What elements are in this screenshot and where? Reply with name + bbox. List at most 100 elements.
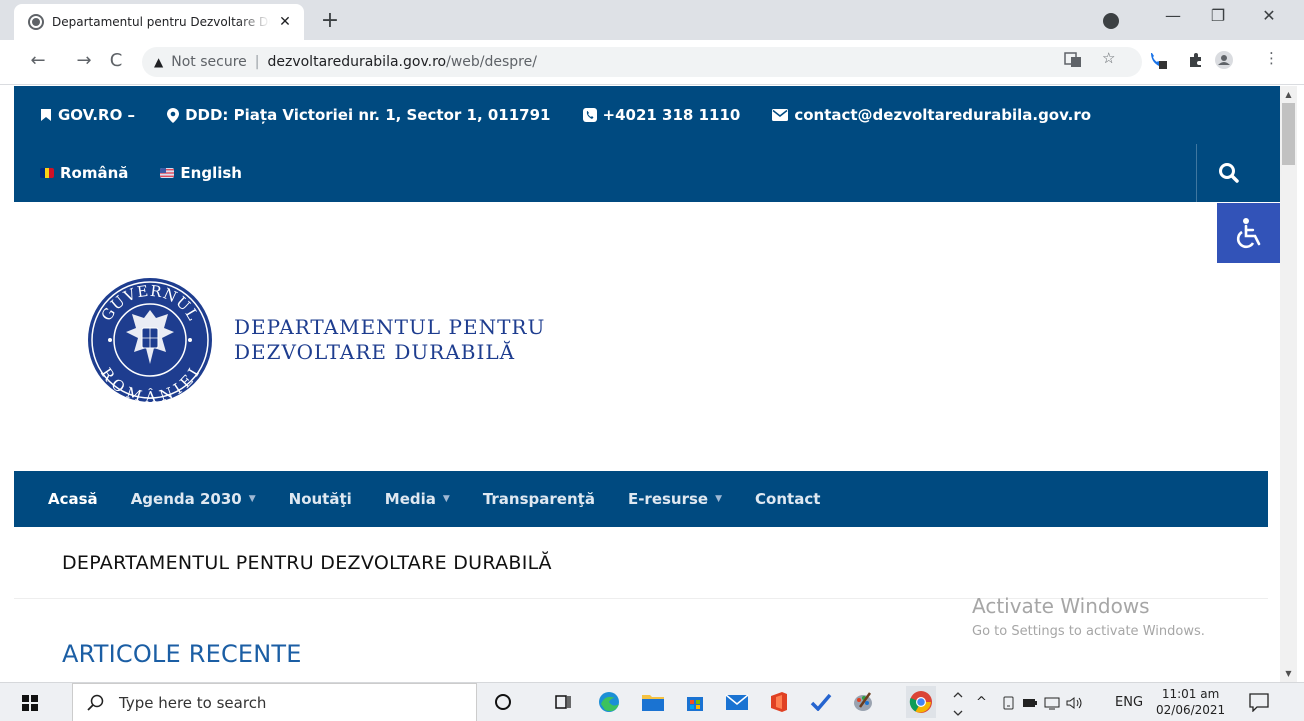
tab-search-icon[interactable] — [1103, 13, 1119, 29]
windows-logo-icon — [22, 694, 38, 711]
edge-browser-icon[interactable] — [596, 689, 622, 715]
web-page: GOV.RO – DDD: Piața Victoriei nr. 1, Sec… — [14, 86, 1280, 682]
translate-icon[interactable] — [1063, 50, 1083, 70]
search-divider — [1196, 144, 1197, 202]
nav-eresources-label: E-resurse — [627, 490, 709, 508]
logo-line-2: DEZVOLTARE DURABILĂ — [234, 340, 516, 364]
nav-media-label: Media — [384, 490, 436, 508]
gov-link[interactable]: GOV.RO – — [40, 106, 135, 124]
taskbar-search-input[interactable]: Type here to search — [72, 683, 477, 721]
government-seal-logo: GUVERNUL ROMÂNIEI — [88, 278, 212, 404]
wheelchair-icon — [1236, 218, 1260, 249]
logo-wordmark: DEPARTAMENTUL PENTRU DEZVOLTARE DURABILĂ — [234, 315, 545, 365]
phone-icon — [582, 108, 597, 122]
site-logo[interactable]: GUVERNUL ROMÂNIEI DEPARTAMENTUL PENTRU D… — [86, 276, 545, 404]
magnifier-icon — [87, 694, 104, 711]
start-button[interactable] — [0, 683, 60, 721]
chevron-up-icon[interactable] — [952, 685, 964, 721]
recent-articles-heading: ARTICOLE RECENTE — [62, 640, 302, 668]
email-text: contact@dezvoltaredurabila.gov.ro — [794, 106, 1092, 124]
back-button[interactable]: ← — [26, 50, 50, 71]
volume-icon[interactable] — [1066, 683, 1084, 721]
email-item[interactable]: contact@dezvoltaredurabila.gov.ro — [772, 106, 1091, 124]
reload-button[interactable]: C — [104, 50, 128, 71]
language-en-label: English — [180, 164, 242, 182]
profile-avatar-icon[interactable] — [1214, 50, 1234, 70]
omnibox-divider: | — [254, 54, 260, 70]
scroll-down-arrow-icon[interactable]: ▼ — [1280, 665, 1297, 682]
network-icon[interactable] — [1044, 683, 1060, 721]
caret-down-icon: ▼ — [715, 494, 723, 504]
language-row: Română English — [40, 144, 274, 202]
cortana-icon[interactable] — [490, 689, 516, 715]
map-marker-icon — [167, 107, 180, 123]
office-icon[interactable] — [766, 689, 792, 715]
language-ro-label: Română — [60, 164, 129, 182]
tab-close-button[interactable]: ✕ — [276, 14, 294, 30]
browser-tabstrip: Departamentul pentru Dezvoltare Durabilă… — [0, 0, 1304, 40]
url-path: /web/despre/ — [446, 54, 537, 70]
browser-toolbar: ← → C ▲ Not secure | dezvoltaredurabila.… — [0, 40, 1304, 85]
activate-windows-watermark: Activate Windows Go to Settings to activ… — [972, 594, 1205, 639]
taskbar-search-placeholder: Type here to search — [119, 693, 267, 712]
notification-center-icon[interactable] — [1248, 692, 1270, 712]
warning-icon[interactable]: ▲ — [154, 55, 163, 69]
tab-title: Departamentul pentru Dezvoltare Durabilă — [52, 15, 270, 29]
new-tab-button[interactable]: + — [318, 8, 342, 33]
nav-eresources[interactable]: E-resurse ▼ — [628, 490, 722, 508]
globe-icon — [28, 14, 44, 30]
language-en[interactable]: English — [160, 164, 242, 182]
page-scrollbar[interactable]: ▲ ▼ — [1280, 86, 1297, 682]
bookmark-icon — [41, 109, 51, 121]
extensions-puzzle-icon[interactable] — [1186, 50, 1206, 70]
hidden-icons-arrow-icon[interactable]: ^ — [976, 683, 987, 721]
phone-text: +4021 318 1110 — [602, 106, 741, 124]
window-close-button[interactable]: ✕ — [1254, 6, 1284, 25]
scrollbar-thumb[interactable] — [1282, 103, 1295, 165]
address-bar[interactable]: ▲ Not secure | dezvoltaredurabila.gov.ro… — [142, 47, 1142, 77]
main-navigation: Acasă Agenda 2030 ▼ Noutăţi Media ▼ Tran… — [14, 471, 1268, 527]
watermark-subtitle: Go to Settings to activate Windows. — [972, 624, 1205, 639]
gov-label: GOV.RO – — [58, 106, 136, 124]
maximize-button[interactable]: ❐ — [1203, 6, 1233, 25]
envelope-icon — [772, 109, 789, 121]
paint-icon[interactable] — [850, 689, 876, 715]
browser-menu-icon[interactable]: ⋮ — [1264, 49, 1279, 67]
nav-home[interactable]: Acasă — [48, 490, 98, 508]
minimize-button[interactable]: — — [1158, 6, 1188, 25]
address-text: DDD: Piața Victoriei nr. 1, Sector 1, 01… — [185, 106, 551, 124]
todo-check-icon[interactable] — [808, 689, 834, 715]
meet-now-icon[interactable] — [1002, 683, 1016, 721]
file-explorer-icon[interactable] — [640, 689, 666, 715]
microsoft-store-icon[interactable] — [682, 689, 708, 715]
nav-contact[interactable]: Contact — [755, 490, 820, 508]
scroll-up-arrow-icon[interactable]: ▲ — [1280, 86, 1297, 103]
clock-date: 02/06/2021 — [1156, 703, 1226, 717]
logo-line-1: DEPARTAMENTUL PENTRU — [234, 315, 546, 339]
system-clock[interactable]: 11:01 am 02/06/2021 — [1156, 686, 1225, 718]
mail-icon[interactable] — [724, 689, 750, 715]
romania-flag-icon — [40, 168, 54, 178]
tray-overflow[interactable] — [952, 683, 964, 721]
nav-media[interactable]: Media ▼ — [385, 490, 450, 508]
accessibility-button[interactable] — [1217, 203, 1280, 263]
nav-agenda-label: Agenda 2030 — [130, 490, 242, 508]
nav-transparency[interactable]: Transparenţă — [483, 490, 595, 508]
phone-item[interactable]: +4021 318 1110 — [582, 106, 741, 124]
battery-icon[interactable] — [1022, 683, 1038, 721]
url-host: dezvoltaredurabila.gov.ro — [267, 54, 447, 70]
chrome-icon[interactable] — [906, 686, 936, 718]
nav-agenda-2030[interactable]: Agenda 2030 ▼ — [131, 490, 256, 508]
caret-down-icon: ▼ — [442, 494, 450, 504]
nav-news[interactable]: Noutăţi — [289, 490, 352, 508]
bookmark-star-icon[interactable]: ☆ — [1102, 49, 1115, 67]
forward-button[interactable]: → — [72, 50, 96, 71]
task-view-icon[interactable] — [550, 689, 576, 715]
phone-extension-icon[interactable] — [1148, 50, 1168, 70]
search-icon[interactable] — [1217, 161, 1241, 185]
language-ro[interactable]: Română — [40, 164, 128, 182]
input-language[interactable]: ENG — [1115, 683, 1143, 721]
browser-tab[interactable]: Departamentul pentru Dezvoltare Durabilă… — [14, 4, 304, 40]
page-title-bar: DEPARTAMENTUL PENTRU DEZVOLTARE DURABILĂ — [14, 527, 1268, 599]
address-item[interactable]: DDD: Piața Victoriei nr. 1, Sector 1, 01… — [167, 106, 551, 124]
